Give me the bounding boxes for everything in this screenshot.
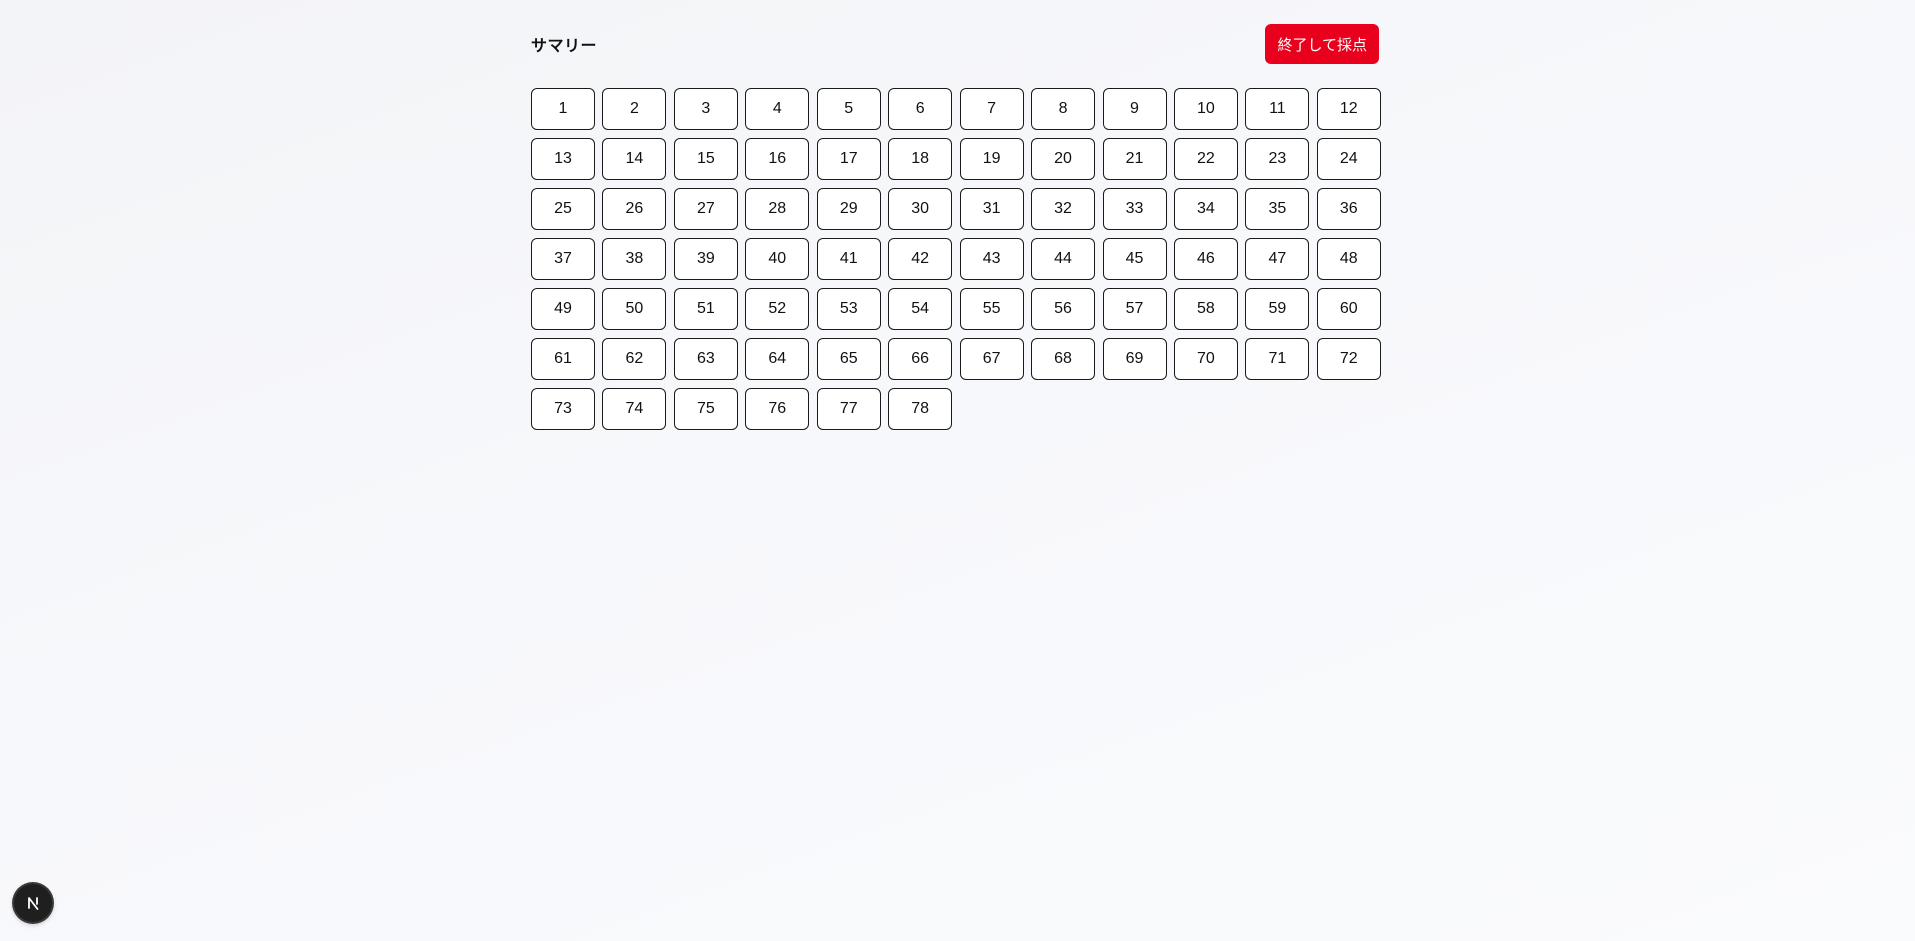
question-button[interactable]: 56 [1031, 288, 1096, 330]
question-button[interactable]: 57 [1102, 288, 1167, 330]
question-button[interactable]: 21 [1102, 138, 1167, 180]
question-button[interactable]: 30 [888, 188, 953, 230]
question-button[interactable]: 55 [959, 288, 1024, 330]
question-button[interactable]: 20 [1031, 138, 1096, 180]
question-button[interactable]: 48 [1316, 238, 1381, 280]
question-button[interactable]: 9 [1102, 88, 1167, 130]
question-button[interactable]: 59 [1245, 288, 1310, 330]
question-button[interactable]: 39 [673, 238, 738, 280]
question-button[interactable]: 46 [1173, 238, 1238, 280]
question-button[interactable]: 69 [1102, 338, 1167, 380]
question-button[interactable]: 34 [1173, 188, 1238, 230]
nextjs-dev-indicator[interactable] [14, 884, 52, 922]
question-button[interactable]: 47 [1245, 238, 1310, 280]
question-button[interactable]: 2 [602, 88, 667, 130]
question-button[interactable]: 58 [1173, 288, 1238, 330]
question-button[interactable]: 70 [1173, 338, 1238, 380]
question-button[interactable]: 77 [816, 388, 881, 430]
question-button[interactable]: 8 [1031, 88, 1096, 130]
question-grid: 1 2 3 4 5 6 7 8 9 10 11 12 13 14 15 16 17 18 19 20 21 22 23 24 2… [531, 88, 1381, 430]
question-button[interactable]: 76 [745, 388, 810, 430]
question-button[interactable]: 72 [1316, 338, 1381, 380]
question-button[interactable]: 29 [816, 188, 881, 230]
finish-and-grade-button[interactable]: 終了して採点 [1265, 24, 1379, 64]
question-button[interactable]: 74 [602, 388, 667, 430]
question-button[interactable]: 63 [673, 338, 738, 380]
question-button[interactable]: 78 [888, 388, 953, 430]
question-button[interactable]: 68 [1031, 338, 1096, 380]
question-button[interactable]: 33 [1102, 188, 1167, 230]
question-button[interactable]: 6 [888, 88, 953, 130]
question-button[interactable]: 44 [1031, 238, 1096, 280]
question-button[interactable]: 53 [816, 288, 881, 330]
question-button[interactable]: 28 [745, 188, 810, 230]
question-button[interactable]: 12 [1316, 88, 1381, 130]
question-button[interactable]: 67 [959, 338, 1024, 380]
question-button[interactable]: 52 [745, 288, 810, 330]
question-button[interactable]: 54 [888, 288, 953, 330]
summary-panel: サマリー 終了して採点 1 2 3 4 5 6 7 8 9 10 11 12 13 14 15 16 17 18 1… [531, 24, 1381, 430]
question-button[interactable]: 36 [1316, 188, 1381, 230]
question-button[interactable]: 65 [816, 338, 881, 380]
question-button[interactable]: 11 [1245, 88, 1310, 130]
question-button[interactable]: 41 [816, 238, 881, 280]
question-button[interactable]: 50 [602, 288, 667, 330]
nextjs-logo-icon [28, 897, 39, 910]
question-button[interactable]: 61 [531, 338, 595, 380]
question-button[interactable]: 51 [673, 288, 738, 330]
question-button[interactable]: 19 [959, 138, 1024, 180]
question-button[interactable]: 64 [745, 338, 810, 380]
page-title: サマリー [531, 36, 598, 55]
question-button[interactable]: 16 [745, 138, 810, 180]
question-button[interactable]: 35 [1245, 188, 1310, 230]
question-button[interactable]: 31 [959, 188, 1024, 230]
question-button[interactable]: 60 [1316, 288, 1381, 330]
question-button[interactable]: 15 [673, 138, 738, 180]
question-button[interactable]: 37 [531, 238, 595, 280]
question-button[interactable]: 49 [531, 288, 595, 330]
question-button[interactable]: 4 [745, 88, 810, 130]
question-button[interactable]: 18 [888, 138, 953, 180]
question-button[interactable]: 73 [531, 388, 595, 430]
question-button[interactable]: 27 [673, 188, 738, 230]
question-button[interactable]: 24 [1316, 138, 1381, 180]
question-button[interactable]: 38 [602, 238, 667, 280]
summary-header: サマリー 終了して採点 [531, 24, 1379, 64]
question-button[interactable]: 75 [673, 388, 738, 430]
question-button[interactable]: 42 [888, 238, 953, 280]
question-button[interactable]: 71 [1245, 338, 1310, 380]
question-button[interactable]: 22 [1173, 138, 1238, 180]
question-button[interactable]: 45 [1102, 238, 1167, 280]
question-button[interactable]: 1 [531, 88, 595, 130]
question-button[interactable]: 26 [602, 188, 667, 230]
question-button[interactable]: 5 [816, 88, 881, 130]
question-button[interactable]: 23 [1245, 138, 1310, 180]
question-button[interactable]: 62 [602, 338, 667, 380]
question-button[interactable]: 14 [602, 138, 667, 180]
question-button[interactable]: 17 [816, 138, 881, 180]
question-button[interactable]: 43 [959, 238, 1024, 280]
question-button[interactable]: 32 [1031, 188, 1096, 230]
question-button[interactable]: 66 [888, 338, 953, 380]
question-button[interactable]: 10 [1173, 88, 1238, 130]
question-button[interactable]: 3 [673, 88, 738, 130]
question-button[interactable]: 40 [745, 238, 810, 280]
question-button[interactable]: 25 [531, 188, 595, 230]
question-button[interactable]: 13 [531, 138, 595, 180]
question-button[interactable]: 7 [959, 88, 1024, 130]
